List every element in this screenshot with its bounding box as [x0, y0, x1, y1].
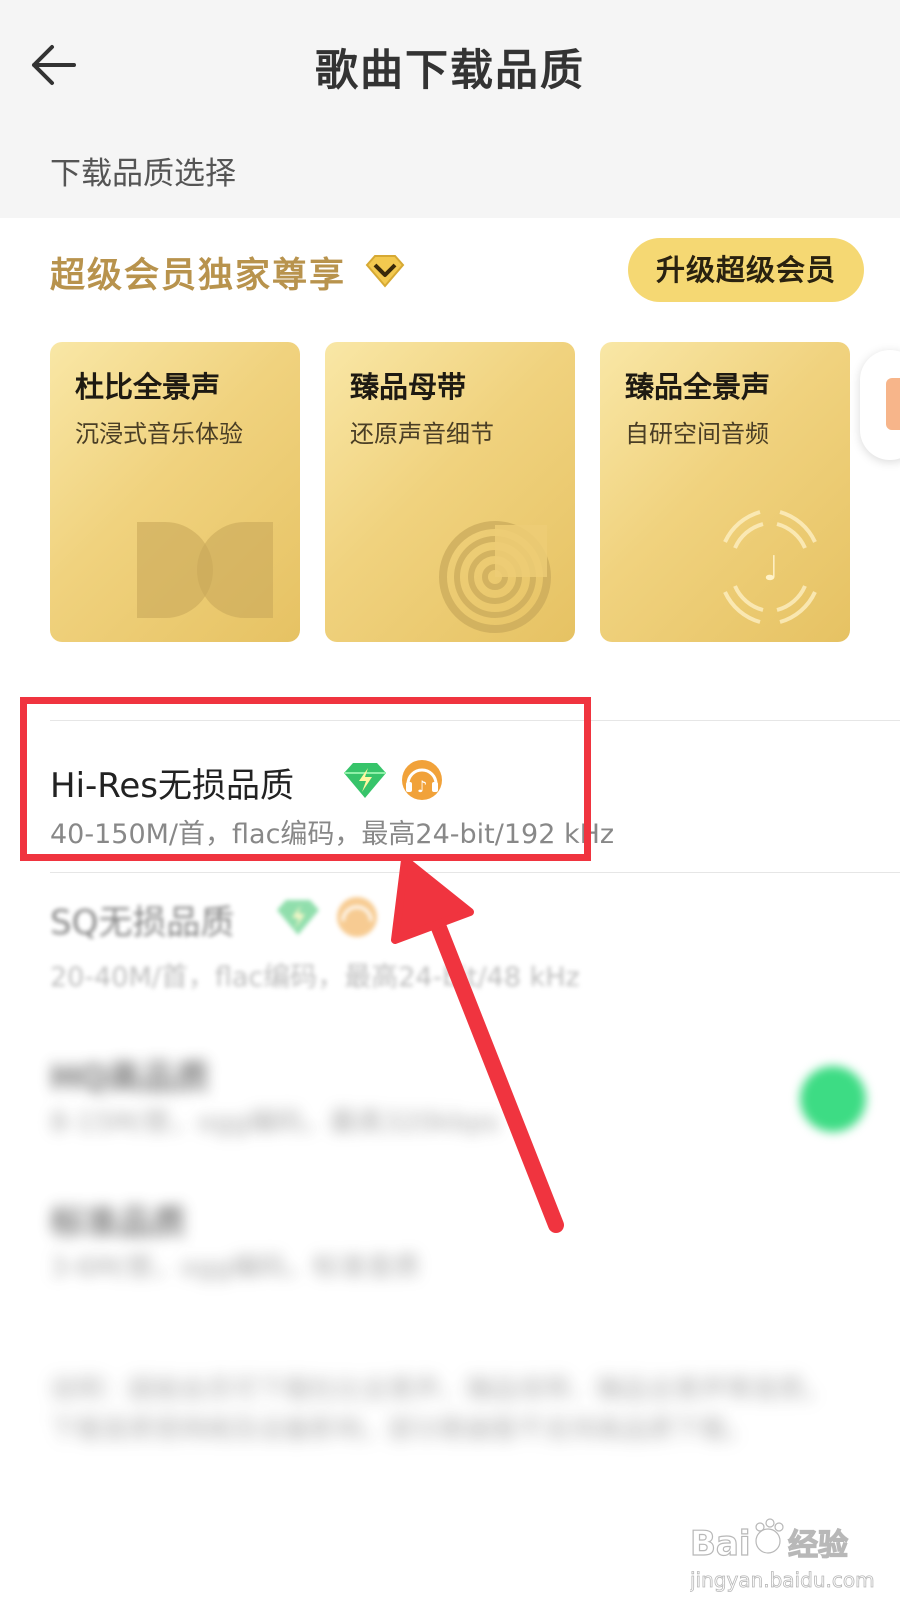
- svg-text:经验: 经验: [788, 1528, 848, 1563]
- quality-title: 标准品质: [50, 1203, 186, 1243]
- quality-subtitle: 20-40M/首，flac编码，最高24-bit/48 kHz: [50, 962, 580, 993]
- selected-radio[interactable]: [800, 1066, 866, 1132]
- card-subtitle: 沉浸式音乐体验: [75, 420, 243, 448]
- quality-option-hq[interactable]: HQ高品质 8-15M/首，ogg编码，最高320kbps: [0, 1040, 900, 1150]
- master-tape-icon: [439, 521, 551, 633]
- highlight-box: [20, 697, 591, 861]
- vip-section-title: 超级会员独家尊享: [50, 256, 347, 296]
- vip-diamond-icon: [363, 253, 407, 289]
- quality-subtitle: 8-15M/首，ogg编码，最高320kbps: [50, 1107, 499, 1138]
- baidu-jingyan-watermark: Bai 经验 jingyan.baidu.com: [689, 1515, 890, 1595]
- feature-card-dolby[interactable]: 杜比全景声 沉浸式音乐体验: [50, 342, 300, 642]
- card-subtitle: 自研空间音频: [625, 420, 769, 448]
- quality-option-standard[interactable]: 标准品质 3-6M/首，ogg编码，标准音质: [0, 1185, 900, 1295]
- upgrade-vip-button[interactable]: 升级超级会员: [628, 238, 864, 302]
- card-subtitle: 还原声音细节: [350, 420, 494, 448]
- quality-title: SQ无损品质: [50, 903, 235, 943]
- quality-option-sq[interactable]: SQ无损品质 20-40M/首，flac编码，最高24-bit/48 kHz: [0, 885, 900, 995]
- feature-card-master[interactable]: 臻品母带 还原声音细节: [325, 342, 575, 642]
- page-title: 歌曲下载品质: [315, 46, 585, 96]
- svg-text:♩: ♩: [763, 549, 779, 589]
- svg-text:jingyan.baidu.com: jingyan.baidu.com: [690, 1568, 875, 1592]
- card-title: 臻品母带: [350, 370, 467, 404]
- quality-subtitle: 3-6M/首，ogg编码，标准音质: [50, 1252, 421, 1283]
- divider: [50, 872, 900, 873]
- section-label: 下载品质选择: [50, 156, 236, 192]
- orange-headphone-icon: [337, 897, 377, 937]
- feature-card-spatial[interactable]: 臻品全景声 自研空间音频 ♩: [600, 342, 850, 642]
- card-title: 杜比全景声: [75, 370, 221, 404]
- dolby-logo-icon: [137, 522, 273, 618]
- card-peek-icon: [886, 378, 900, 430]
- spatial-audio-icon: ♩: [723, 510, 817, 624]
- card-title: 臻品全景声: [625, 370, 771, 404]
- green-gem-icon: [277, 900, 319, 935]
- tips-text: 说明：超级会员可下载杜比全景声、臻品母带、臻品全景声等音质。下载音质受网络及设备…: [50, 1375, 831, 1445]
- quality-title: HQ高品质: [50, 1058, 210, 1098]
- svg-text:Bai: Bai: [690, 1524, 751, 1564]
